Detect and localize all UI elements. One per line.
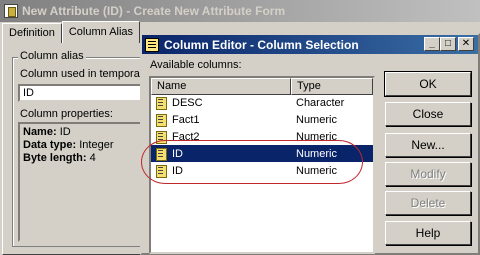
tab-definition[interactable]: Definition — [2, 23, 62, 43]
list-item[interactable]: Fact2 Numeric — [151, 128, 373, 145]
column-name: Fact2 — [172, 130, 200, 143]
column-icon — [155, 147, 168, 161]
property-byte-length: Byte length: 4 — [23, 152, 96, 164]
attribute-form-title: New Attribute (ID) - Create New Attribut… — [22, 4, 286, 18]
column-used-label: Column used in temporary — [20, 68, 150, 80]
name-column-header[interactable]: Name — [151, 78, 291, 95]
column-properties-label: Column properties: — [20, 108, 113, 120]
modify-button[interactable]: Modify — [385, 162, 471, 186]
app-icon — [4, 4, 18, 18]
list-item-selected[interactable]: ID Numeric — [151, 145, 373, 162]
help-button[interactable]: Help — [385, 221, 471, 245]
column-editor-icon — [145, 37, 159, 52]
column-type: Numeric — [296, 130, 337, 143]
column-icon — [155, 96, 168, 110]
column-editor-title: Column Editor - Column Selection — [164, 37, 359, 52]
column-name: Fact1 — [172, 113, 200, 126]
delete-button[interactable]: Delete — [385, 191, 471, 215]
available-columns-label: Available columns: — [150, 59, 242, 71]
close-button[interactable]: Close — [385, 102, 471, 126]
tab-column-alias[interactable]: Column Alias — [61, 21, 141, 43]
new-button[interactable]: New... — [385, 133, 471, 157]
column-icon — [155, 130, 168, 144]
listview-header: Name Type — [151, 78, 373, 95]
attribute-form-titlebar: New Attribute (ID) - Create New Attribut… — [0, 0, 480, 22]
minimize-button[interactable]: _ — [424, 37, 440, 51]
maximize-button[interactable]: □ — [440, 37, 456, 51]
column-type: Character — [296, 96, 345, 109]
column-used-input[interactable]: ID — [18, 84, 144, 102]
list-item[interactable]: ID Numeric — [151, 162, 373, 179]
column-name: ID — [172, 164, 183, 177]
column-properties-box: Name: ID Data type: Integer Byte length:… — [18, 122, 144, 242]
column-icon — [155, 113, 168, 127]
tab-strip: Definition Column Alias — [2, 21, 141, 43]
column-type: Numeric — [296, 113, 337, 126]
ok-button[interactable]: OK — [384, 71, 472, 97]
column-alias-group-title: Column alias — [18, 50, 86, 62]
column-name: DESC — [172, 96, 203, 109]
close-window-button[interactable]: ✕ — [458, 37, 474, 51]
property-name: Name: ID — [23, 126, 71, 138]
list-item[interactable]: Fact1 Numeric — [151, 111, 373, 128]
property-data-type: Data type: Integer — [23, 139, 114, 151]
type-column-header[interactable]: Type — [291, 78, 373, 95]
column-name: ID — [172, 147, 183, 160]
column-icon — [155, 164, 168, 178]
column-type: Numeric — [296, 164, 337, 177]
column-type: Numeric — [296, 147, 337, 160]
list-item[interactable]: DESC Character — [151, 94, 373, 111]
